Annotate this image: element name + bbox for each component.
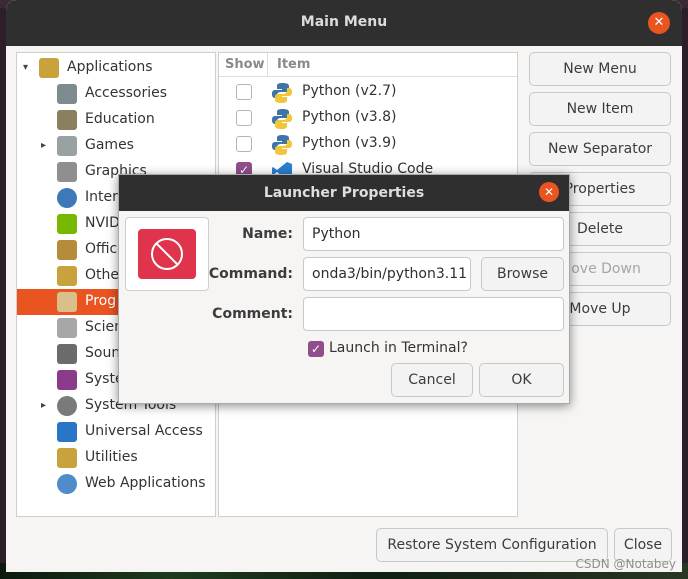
games-icon (57, 136, 77, 156)
new-menu-button[interactable]: New Menu (529, 52, 671, 86)
python-icon (272, 135, 292, 155)
ok-button[interactable]: OK (479, 363, 564, 397)
launch-in-terminal-label[interactable]: Launch in Terminal? (329, 340, 468, 356)
tree-item-label: Web Applications (85, 475, 206, 491)
tree-item-label: Games (85, 137, 134, 153)
web-globe-icon (57, 474, 77, 494)
command-field[interactable]: onda3/bin/python3.11 (303, 257, 471, 291)
accessories-icon (57, 84, 77, 104)
tree-item-web-applications[interactable]: Web Applications (17, 471, 215, 497)
list-item[interactable]: Python (v2.7) (219, 79, 517, 105)
launcher-properties-dialog: Launcher Properties ✕ Name: Python Comma… (118, 174, 570, 404)
restore-system-configuration-button[interactable]: Restore System Configuration (376, 528, 608, 562)
list-item[interactable]: Python (v3.9) (219, 131, 517, 157)
main-titlebar: Main Menu ✕ (6, 0, 682, 46)
education-icon (57, 110, 77, 130)
watermark-text: CSDN @Notabey (575, 557, 676, 571)
tree-item-label: Prog (85, 293, 117, 309)
new-separator-button[interactable]: New Separator (529, 132, 671, 166)
applications-folder-icon (39, 58, 59, 78)
sound-video-icon (57, 344, 77, 364)
tree-item-label: Applications (67, 59, 153, 75)
show-checkbox[interactable] (236, 84, 252, 100)
expander-icon[interactable]: ▸ (41, 400, 46, 411)
expander-icon[interactable]: ▸ (41, 140, 46, 151)
tree-item-accessories[interactable]: Accessories (17, 81, 215, 107)
header-divider (267, 53, 268, 77)
comment-field[interactable] (303, 297, 564, 331)
comment-label: Comment: (212, 306, 293, 322)
graphics-icon (57, 162, 77, 182)
no-icon-icon (138, 229, 196, 279)
tree-item-universal-access[interactable]: Universal Access (17, 419, 215, 445)
new-item-button[interactable]: New Item (529, 92, 671, 126)
tree-item-label: Soun (85, 345, 121, 361)
other-folder-icon (57, 266, 77, 286)
tree-item-applications[interactable]: ▾ Applications (17, 55, 215, 81)
python-icon (272, 109, 292, 129)
universal-access-icon (57, 422, 77, 442)
item-label: Python (v2.7) (302, 83, 397, 99)
show-checkbox[interactable] (236, 110, 252, 126)
tree-item-label: Accessories (85, 85, 168, 101)
tree-item-label: Offic (85, 241, 118, 257)
nvidia-icon (57, 214, 77, 234)
name-label: Name: (242, 226, 293, 242)
programming-icon (57, 292, 77, 312)
tree-item-education[interactable]: Education (17, 107, 215, 133)
tree-item-label: Inter (85, 189, 118, 205)
command-label: Command: (208, 266, 293, 282)
list-item[interactable]: Python (v3.8) (219, 105, 517, 131)
list-header: Show Item (219, 53, 517, 77)
launcher-icon-button[interactable] (125, 217, 209, 291)
tree-item-label: Utilities (85, 449, 138, 465)
internet-globe-icon (57, 188, 77, 208)
dialog-close-button[interactable]: ✕ (539, 182, 559, 202)
browse-button[interactable]: Browse (481, 257, 564, 291)
column-header-item[interactable]: Item (277, 57, 310, 72)
window-close-button[interactable]: ✕ (648, 12, 670, 34)
cancel-button[interactable]: Cancel (391, 363, 473, 397)
system-tools-gear-icon (57, 396, 77, 416)
python-icon (272, 83, 292, 103)
show-checkbox[interactable] (236, 136, 252, 152)
item-label: Python (v3.8) (302, 109, 397, 125)
launch-in-terminal-checkbox[interactable]: ✓ (308, 341, 324, 357)
expander-icon[interactable]: ▾ (23, 62, 28, 73)
column-header-show[interactable]: Show (225, 57, 265, 72)
tree-item-label: NVID (85, 215, 120, 231)
name-field[interactable]: Python (303, 217, 564, 251)
tree-item-utilities[interactable]: Utilities (17, 445, 215, 471)
tree-item-label: Universal Access (85, 423, 203, 439)
tree-item-games[interactable]: ▸ Games (17, 133, 215, 159)
dialog-titlebar: Launcher Properties ✕ (119, 175, 569, 211)
tree-item-label: Education (85, 111, 155, 127)
office-icon (57, 240, 77, 260)
system-icon (57, 370, 77, 390)
tree-item-label: Othe (85, 267, 119, 283)
window-title: Main Menu (300, 14, 388, 30)
item-label: Python (v3.9) (302, 135, 397, 151)
dialog-title: Launcher Properties (263, 185, 425, 201)
science-flask-icon (57, 318, 77, 338)
utilities-icon (57, 448, 77, 468)
